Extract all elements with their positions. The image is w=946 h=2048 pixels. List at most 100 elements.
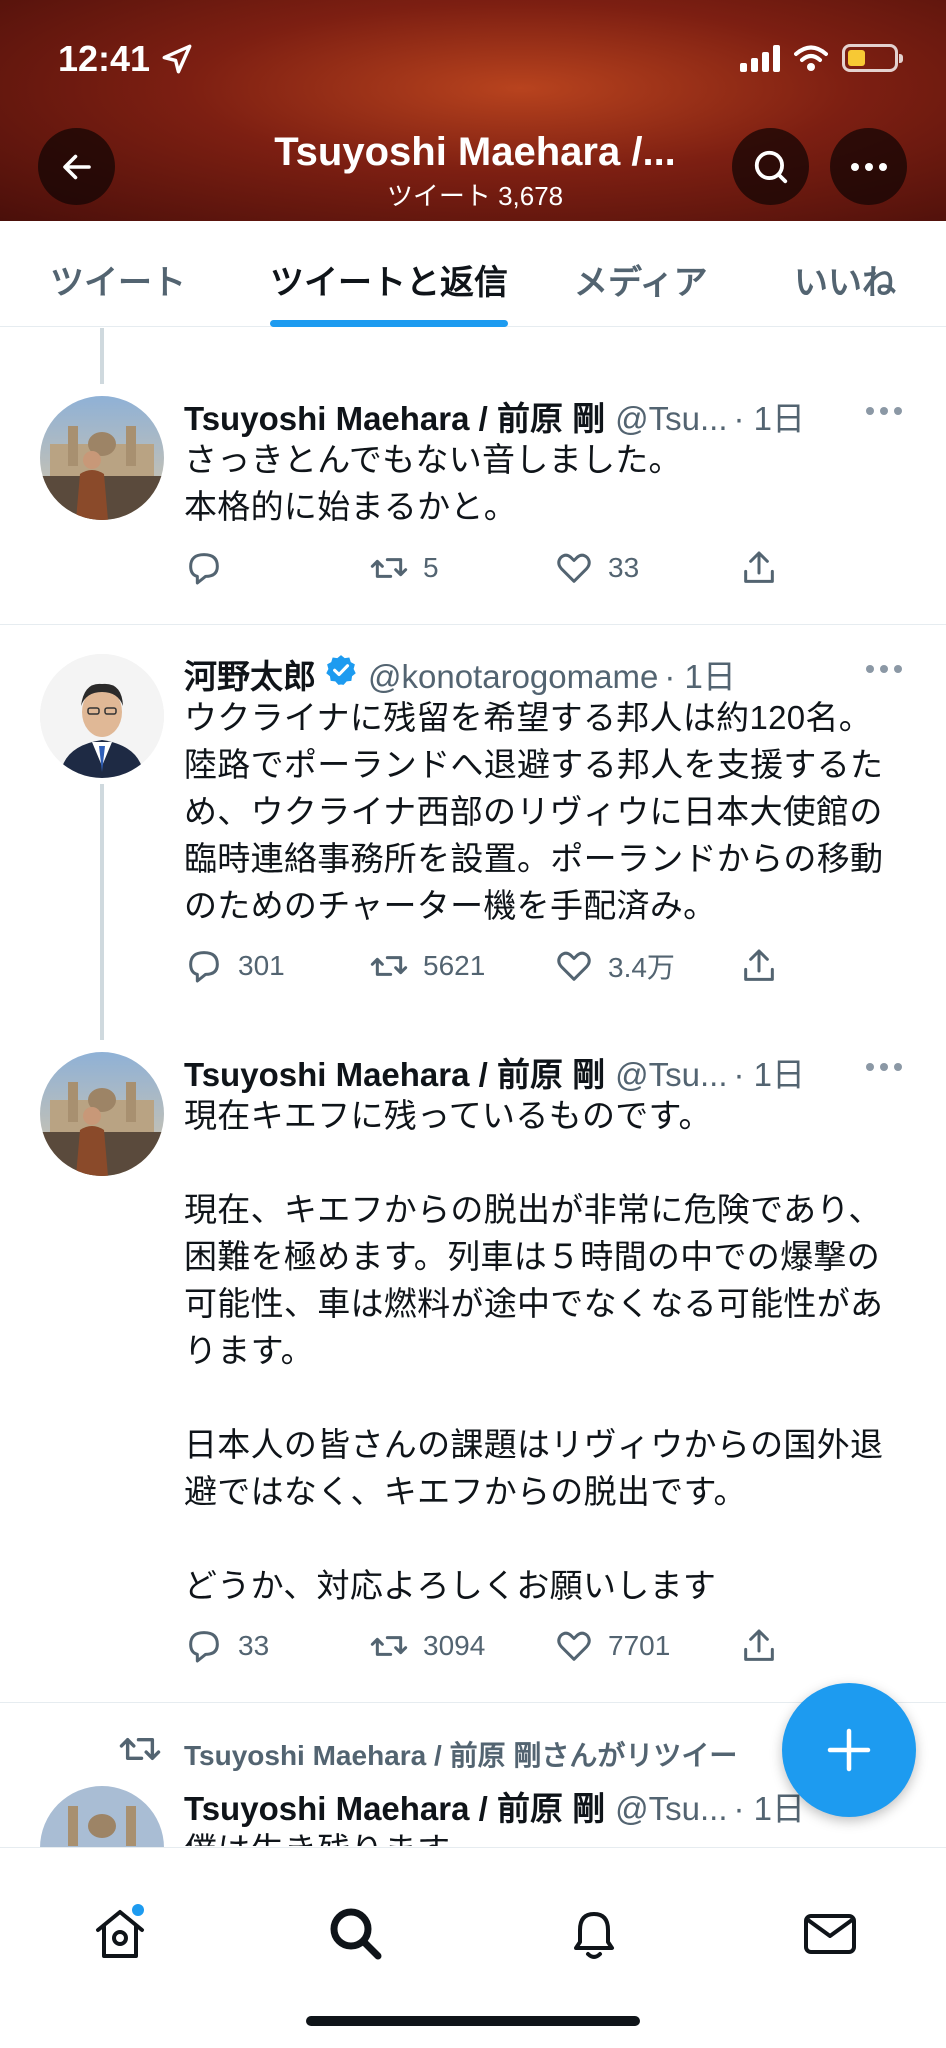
tweet-time: · 1日 [664, 658, 736, 695]
tweet-meta: 河野太郎 @konotarogomame · 1日 [184, 650, 736, 695]
retweet-icon [370, 1636, 408, 1656]
like-count: 7701 [608, 1630, 671, 1661]
tweet-time: · 1日 [733, 1056, 806, 1093]
author-handle[interactable]: @Tsu... [615, 1790, 727, 1828]
retweet-icon [370, 558, 408, 578]
tweet-text: 僕は生き残ります [184, 1826, 904, 1846]
share-icon [744, 949, 774, 981]
status-time: 12:41 [58, 38, 151, 79]
more-icon [850, 162, 887, 171]
author-name[interactable]: 河野太郎 [184, 650, 316, 698]
share-button[interactable] [739, 1626, 779, 1666]
reply-button[interactable]: 33 [184, 1626, 269, 1666]
author-handle[interactable]: @konotarogomame [368, 658, 658, 696]
active-tab-indicator [270, 320, 508, 327]
tweet-meta: Tsuyoshi Maehara / 前原 剛 @Tsu... · 1日 [184, 1048, 805, 1093]
verified-badge-icon [326, 655, 356, 685]
retweet-button[interactable]: 3094 [369, 1626, 485, 1666]
nav-home[interactable] [90, 1904, 150, 1964]
author-name[interactable]: Tsuyoshi Maehara / 前原 剛 [184, 1048, 605, 1096]
tweet-actions: 301 5621 3.4万 [184, 946, 804, 990]
profile-tabs: ツイート ツイートと返信 メディア いいね [0, 221, 946, 327]
signal-icon [740, 44, 780, 72]
back-arrow-icon [62, 154, 91, 179]
reply-count: 301 [238, 950, 285, 981]
thread-connector [100, 328, 104, 384]
battery-icon [842, 44, 903, 72]
tweet-count: ツイート 3,678 [386, 181, 564, 211]
home-indicator [306, 2016, 640, 2026]
thread-connector [100, 784, 104, 1040]
tweet-actions: 33 3094 7701 [184, 1626, 804, 1670]
like-button[interactable]: 3.4万 [554, 946, 675, 986]
tweet-text: ウクライナに残留を希望する邦人は約120名。陸路でポーランドへ退避する邦人を支援… [184, 699, 884, 924]
author-name[interactable]: Tsuyoshi Maehara / 前原 剛 [184, 392, 605, 440]
search-button[interactable] [732, 128, 809, 205]
messages-icon [804, 1914, 856, 1954]
tweet-text: 現在キエフに残っているものです。 現在、キエフからの脱出が非常に危険であり、困難… [184, 1097, 884, 1604]
wifi-icon [794, 45, 828, 71]
tweet-more-icon[interactable] [866, 665, 902, 677]
twitter-profile-screen: { "status_bar": { "time": "12:41" }, "he… [0, 0, 946, 2048]
share-icon [744, 1629, 774, 1661]
like-count: 33 [608, 552, 640, 583]
share-button[interactable] [739, 946, 779, 986]
tab-tweets[interactable]: ツイート [50, 255, 186, 304]
like-button[interactable]: 7701 [554, 1626, 670, 1666]
like-count: 3.4万 [608, 952, 675, 983]
reply-button[interactable]: 301 [184, 946, 285, 986]
status-indicators [740, 44, 903, 72]
notifications-icon [574, 1912, 614, 1959]
tab-media[interactable]: メディア [574, 255, 708, 304]
author-handle[interactable]: @Tsu... [615, 1056, 727, 1094]
retweet-button[interactable]: 5 [369, 548, 439, 588]
profile-name-title: Tsuyoshi Maehara /... [274, 130, 676, 174]
tweet-meta: Tsuyoshi Maehara / 前原 剛 @Tsu... · 1日 [184, 392, 805, 437]
explore-icon [330, 1908, 382, 1960]
nav-explore[interactable] [326, 1904, 386, 1964]
like-icon [557, 553, 591, 583]
reply-button[interactable] [184, 548, 238, 588]
avatar-photo-cathedral [40, 1052, 164, 1176]
like-button[interactable]: 33 [554, 548, 639, 588]
more-options-button[interactable] [830, 128, 907, 205]
retweet-icon [119, 1738, 161, 1760]
retweet-count: 3094 [423, 1630, 486, 1661]
reply-icon [189, 553, 219, 585]
nav-notifications[interactable] [564, 1904, 624, 1964]
like-icon [557, 951, 591, 981]
avatar[interactable] [40, 1052, 164, 1176]
nav-messages[interactable] [800, 1904, 860, 1964]
compose-tweet-button[interactable] [782, 1683, 916, 1817]
retweeted-by-label[interactable]: Tsuyoshi Maehara / 前原 剛さんがリツイー [184, 1734, 737, 1774]
divider [0, 624, 946, 625]
tab-tweets-and-replies[interactable]: ツイートと返信 [270, 255, 508, 304]
retweet-count: 5 [423, 552, 439, 583]
share-button[interactable] [739, 548, 779, 588]
retweet-icon [370, 956, 408, 976]
retweet-button[interactable]: 5621 [369, 946, 485, 986]
home-icon [96, 1904, 144, 1958]
author-handle[interactable]: @Tsu... [615, 400, 727, 438]
avatar[interactable] [40, 396, 164, 520]
tab-likes[interactable]: いいね [794, 255, 896, 304]
like-icon [557, 1631, 591, 1661]
share-icon [744, 551, 774, 583]
avatar-photo-portrait [40, 654, 164, 778]
back-button[interactable] [38, 128, 115, 205]
reply-icon [189, 951, 219, 983]
search-icon [754, 150, 787, 183]
author-name[interactable]: Tsuyoshi Maehara / 前原 剛 [184, 1782, 605, 1830]
tweet-more-icon[interactable] [866, 1063, 902, 1075]
compose-plus-icon [827, 1728, 871, 1772]
reply-count: 33 [238, 1630, 270, 1661]
profile-header: 12:41 Tsuyoshi Maehara /... ツイート 3,678 [0, 0, 946, 221]
avatar[interactable] [40, 654, 164, 778]
retweet-count: 5621 [423, 950, 486, 981]
avatar-photo-cathedral [40, 396, 164, 520]
tweet-actions: 5 33 [184, 548, 804, 592]
reply-icon [189, 1631, 219, 1663]
tweet-more-icon[interactable] [866, 407, 902, 419]
location-arrow-icon [162, 44, 192, 74]
tweet-meta: Tsuyoshi Maehara / 前原 剛 @Tsu... · 1日 [184, 1782, 805, 1827]
